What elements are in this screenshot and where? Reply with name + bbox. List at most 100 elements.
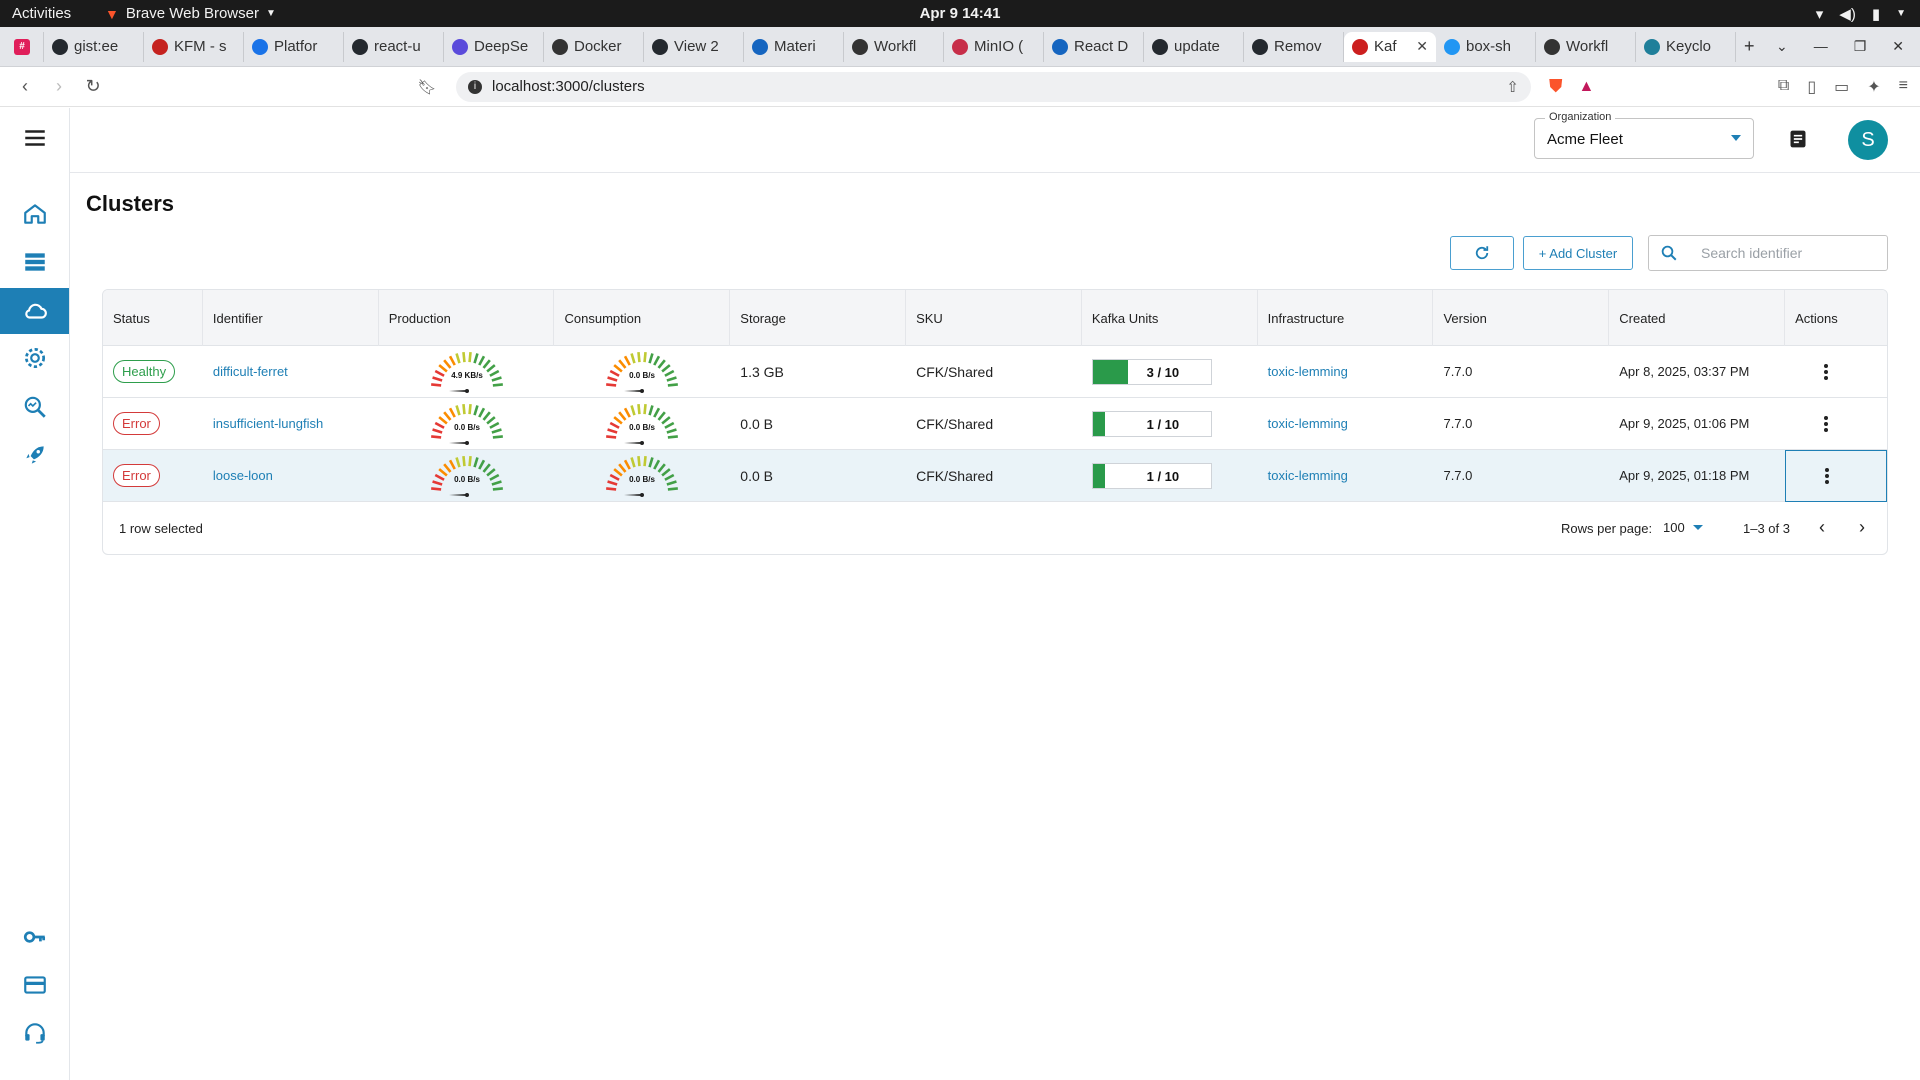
more-actions-button[interactable] [1811, 409, 1841, 439]
leo-ai-icon[interactable]: ✦ [1867, 77, 1880, 97]
sidebar-item-settings[interactable] [0, 335, 69, 381]
site-info-icon[interactable]: i [468, 79, 482, 94]
search-input[interactable] [1689, 245, 1869, 261]
column-header-storage[interactable]: Storage [730, 290, 907, 346]
extensions-icon[interactable]: ⧉ [1778, 77, 1789, 97]
browser-tab[interactable]: Materi [744, 31, 844, 62]
actions-cell [1785, 346, 1887, 398]
brave-shields-icon[interactable]: ⛊ [1549, 76, 1563, 97]
share-icon[interactable]: ⇧ [1506, 78, 1519, 96]
svg-text:0.0 B/s: 0.0 B/s [454, 423, 480, 432]
sidebar-item-list[interactable] [0, 239, 69, 285]
organization-select[interactable]: Organization Acme Fleet [1534, 111, 1754, 159]
add-cluster-button[interactable]: + Add Cluster [1523, 236, 1633, 270]
forward-button[interactable]: › [46, 76, 72, 97]
sidebar [0, 108, 70, 1080]
browser-tab[interactable]: KFM - s [144, 31, 244, 62]
infrastructure-link[interactable]: toxic-lemming [1268, 416, 1348, 431]
brave-rewards-icon[interactable]: ▲ [1579, 78, 1595, 96]
tab-label: MinIO ( [974, 38, 1024, 55]
activities-button[interactable]: Activities [0, 5, 105, 22]
browser-tab[interactable]: Remov [1244, 31, 1344, 62]
infrastructure-link[interactable]: toxic-lemming [1268, 468, 1348, 483]
column-header-production[interactable]: Production [379, 290, 555, 346]
maximize-button[interactable]: ❐ [1854, 38, 1867, 55]
sidebar-item-monitoring[interactable] [0, 384, 69, 430]
browser-menu-icon[interactable]: ≡ [1899, 77, 1908, 97]
sidebar-toggle-icon[interactable]: ▯ [1807, 77, 1816, 97]
more-actions-button[interactable] [1811, 357, 1841, 387]
sidebar-item-billing[interactable] [0, 962, 69, 1008]
created-cell: Apr 9, 2025, 01:18 PM [1619, 468, 1750, 483]
browser-tab[interactable]: React D [1044, 31, 1144, 62]
sidebar-item-clusters[interactable] [0, 288, 69, 334]
app-menu[interactable]: ▼ Brave Web Browser ▼ [105, 5, 276, 22]
sidebar-item-deploy[interactable] [0, 432, 69, 478]
rows-per-page-value: 100 [1663, 520, 1685, 535]
reload-button[interactable]: ↻ [80, 76, 106, 97]
menu-toggle-button[interactable] [0, 108, 69, 168]
browser-tab[interactable]: Docker [544, 31, 644, 62]
close-window-button[interactable]: ✕ [1892, 38, 1904, 55]
close-tab-icon[interactable]: ✕ [1416, 38, 1428, 55]
column-header-created[interactable]: Created [1609, 290, 1786, 346]
column-header-actions: Actions [1795, 310, 1838, 326]
column-header-status[interactable]: Status [103, 290, 203, 346]
url-text[interactable]: localhost:3000/clusters [492, 78, 645, 95]
notes-icon[interactable] [1788, 129, 1808, 149]
avatar[interactable]: S [1848, 120, 1888, 160]
refresh-button[interactable] [1450, 236, 1514, 270]
minimize-button[interactable]: — [1814, 38, 1828, 55]
sidebar-item-support[interactable] [0, 1010, 69, 1056]
column-header-infrastructure[interactable]: Infrastructure [1258, 290, 1434, 346]
browser-tab[interactable]: Kaf ✕ [1344, 31, 1436, 62]
rows-per-page-select[interactable]: 100 [1663, 520, 1703, 535]
table-row[interactable]: Error insufficient-lungfish 0.0 B/s 0.0 B/s… [103, 398, 1887, 450]
browser-tab[interactable]: DeepSe [444, 31, 544, 62]
browser-tab[interactable]: MinIO ( [944, 31, 1044, 62]
more-actions-button[interactable] [1812, 461, 1842, 491]
browser-tab[interactable]: gist:ee [44, 31, 144, 62]
previous-page-button[interactable]: ‹ [1819, 517, 1825, 538]
sidebar-item-keys[interactable] [0, 914, 69, 960]
bookmark-icon[interactable]: 🔖︎ [414, 78, 440, 96]
tab-search-icon[interactable]: ⌄ [1776, 38, 1788, 55]
address-bar[interactable]: i localhost:3000/clusters ⇧ [456, 71, 1531, 102]
cluster-identifier-link[interactable]: loose-loon [213, 468, 273, 483]
back-button[interactable]: ‹ [12, 76, 38, 97]
clock[interactable]: Apr 9 14:41 [920, 5, 1001, 22]
tab-slack[interactable]: # [6, 31, 44, 62]
next-page-button[interactable]: › [1859, 517, 1865, 538]
system-tray[interactable]: ▾ ◀) ▮ ▼ [1816, 5, 1906, 23]
browser-tab[interactable]: Workfl [1536, 31, 1636, 62]
cluster-identifier-link[interactable]: difficult-ferret [213, 364, 288, 379]
production-gauge: 4.9 KB/s [379, 346, 555, 398]
browser-tab[interactable]: update [1144, 31, 1244, 62]
column-header-kafka-units[interactable]: Kafka Units [1082, 290, 1258, 346]
column-header-identifier[interactable]: Identifier [203, 290, 379, 346]
browser-tab[interactable]: View 2 [644, 31, 744, 62]
tab-label: box-sh [1466, 38, 1512, 55]
column-header-consumption[interactable]: Consumption [554, 290, 731, 346]
browser-tab[interactable]: Platfor [244, 31, 344, 62]
infrastructure-link[interactable]: toxic-lemming [1268, 364, 1348, 379]
infrastructure-cell: toxic-lemming [1258, 398, 1434, 450]
browser-tab[interactable]: Workfl [844, 31, 944, 62]
browser-tab[interactable]: Keyclo [1636, 31, 1736, 62]
column-header-version[interactable]: Version [1433, 290, 1610, 346]
tab-label: View 2 [674, 38, 719, 55]
hamburger-icon [24, 130, 45, 146]
cluster-identifier-link[interactable]: insufficient-lungfish [213, 416, 323, 431]
wallet-icon[interactable]: ▭ [1834, 77, 1849, 97]
new-tab-button[interactable]: + [1744, 36, 1755, 57]
browser-tab[interactable]: box-sh [1436, 31, 1536, 62]
sidebar-item-home[interactable] [0, 191, 69, 237]
tab-label: KFM - s [174, 38, 227, 55]
search-box[interactable] [1648, 235, 1888, 271]
chevron-down-icon [1692, 525, 1703, 530]
column-header-sku[interactable]: SKU [906, 290, 1082, 346]
table-row[interactable]: Error loose-loon 0.0 B/s 0.0 B/s 0.0 B CFK/Sh… [103, 449, 1887, 502]
browser-tab[interactable]: react-u [344, 31, 444, 62]
table-row[interactable]: Healthy difficult-ferret 4.9 KB/s 0.0 B/s 1.… [103, 346, 1887, 398]
kebab-icon [1824, 415, 1829, 432]
